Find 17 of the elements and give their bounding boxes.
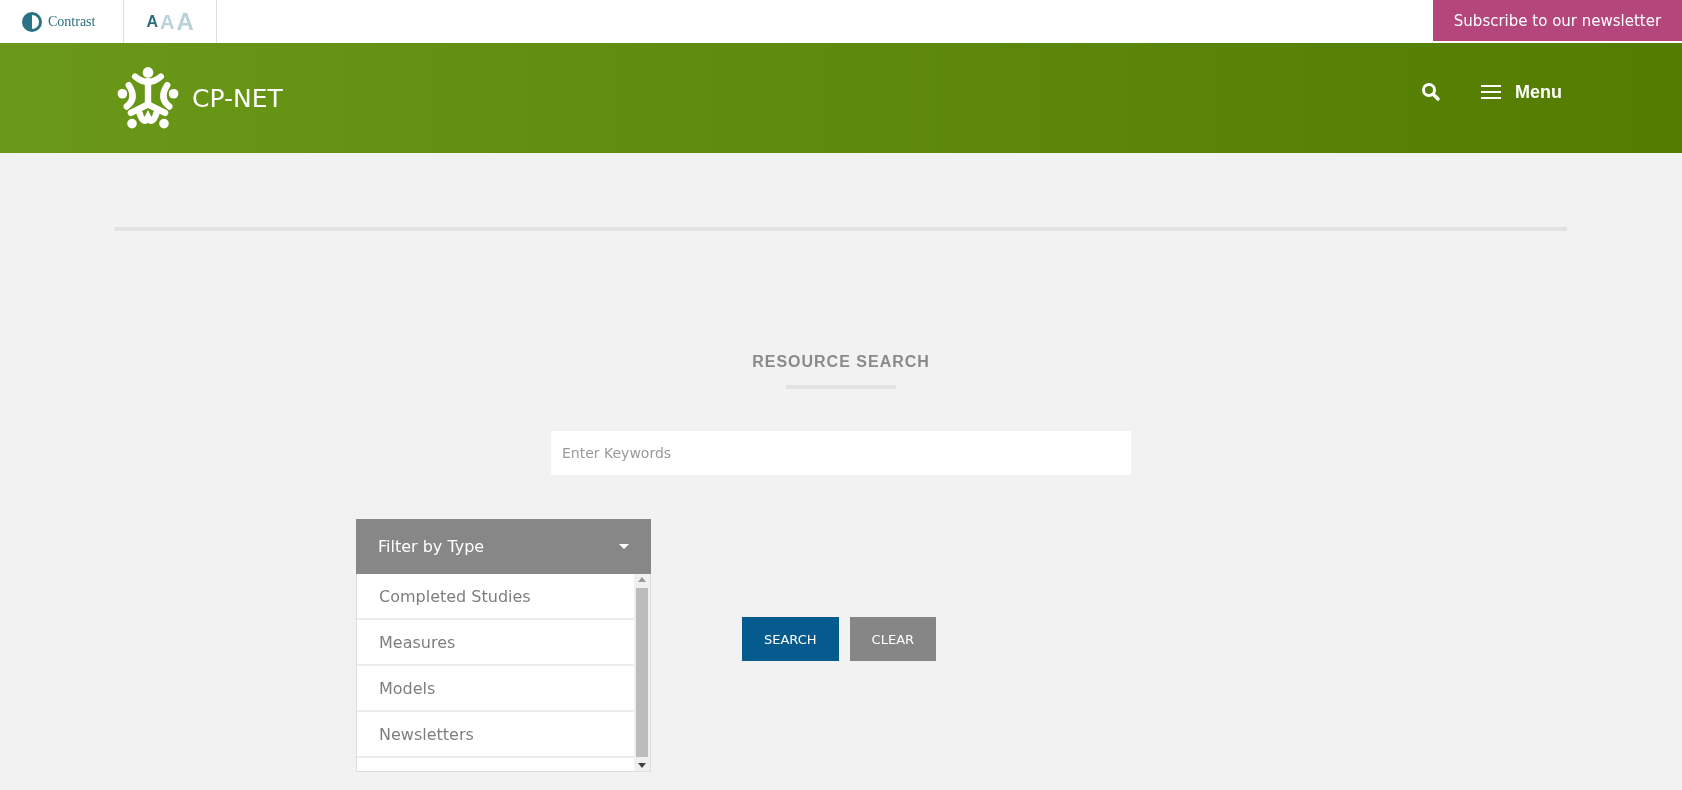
scroll-up-arrow-icon[interactable] (638, 577, 646, 582)
menu-button[interactable]: Menu (1475, 80, 1568, 104)
site-name[interactable]: CP-NET (192, 83, 283, 113)
search-icon[interactable] (1421, 82, 1441, 102)
filter-dropdown[interactable]: Filter by Type (356, 519, 651, 574)
keyword-field[interactable]: Enter Keywords (551, 431, 1131, 475)
section-heading: RESOURCE SEARCH (752, 353, 930, 371)
subscribe-button[interactable]: Subscribe to our newsletter (1433, 0, 1682, 41)
scroll-down-arrow-icon[interactable] (638, 763, 646, 768)
logo-icon (116, 66, 180, 130)
caret-icon (619, 543, 629, 550)
search-button[interactable]: SEARCH (742, 617, 839, 661)
font-size-button[interactable]: A (146, 13, 158, 30)
scrollbar[interactable] (634, 574, 650, 771)
clear-button[interactable]: CLEAR (849, 617, 937, 661)
contrast-icon (22, 11, 42, 32)
menu-icon (1481, 84, 1501, 100)
